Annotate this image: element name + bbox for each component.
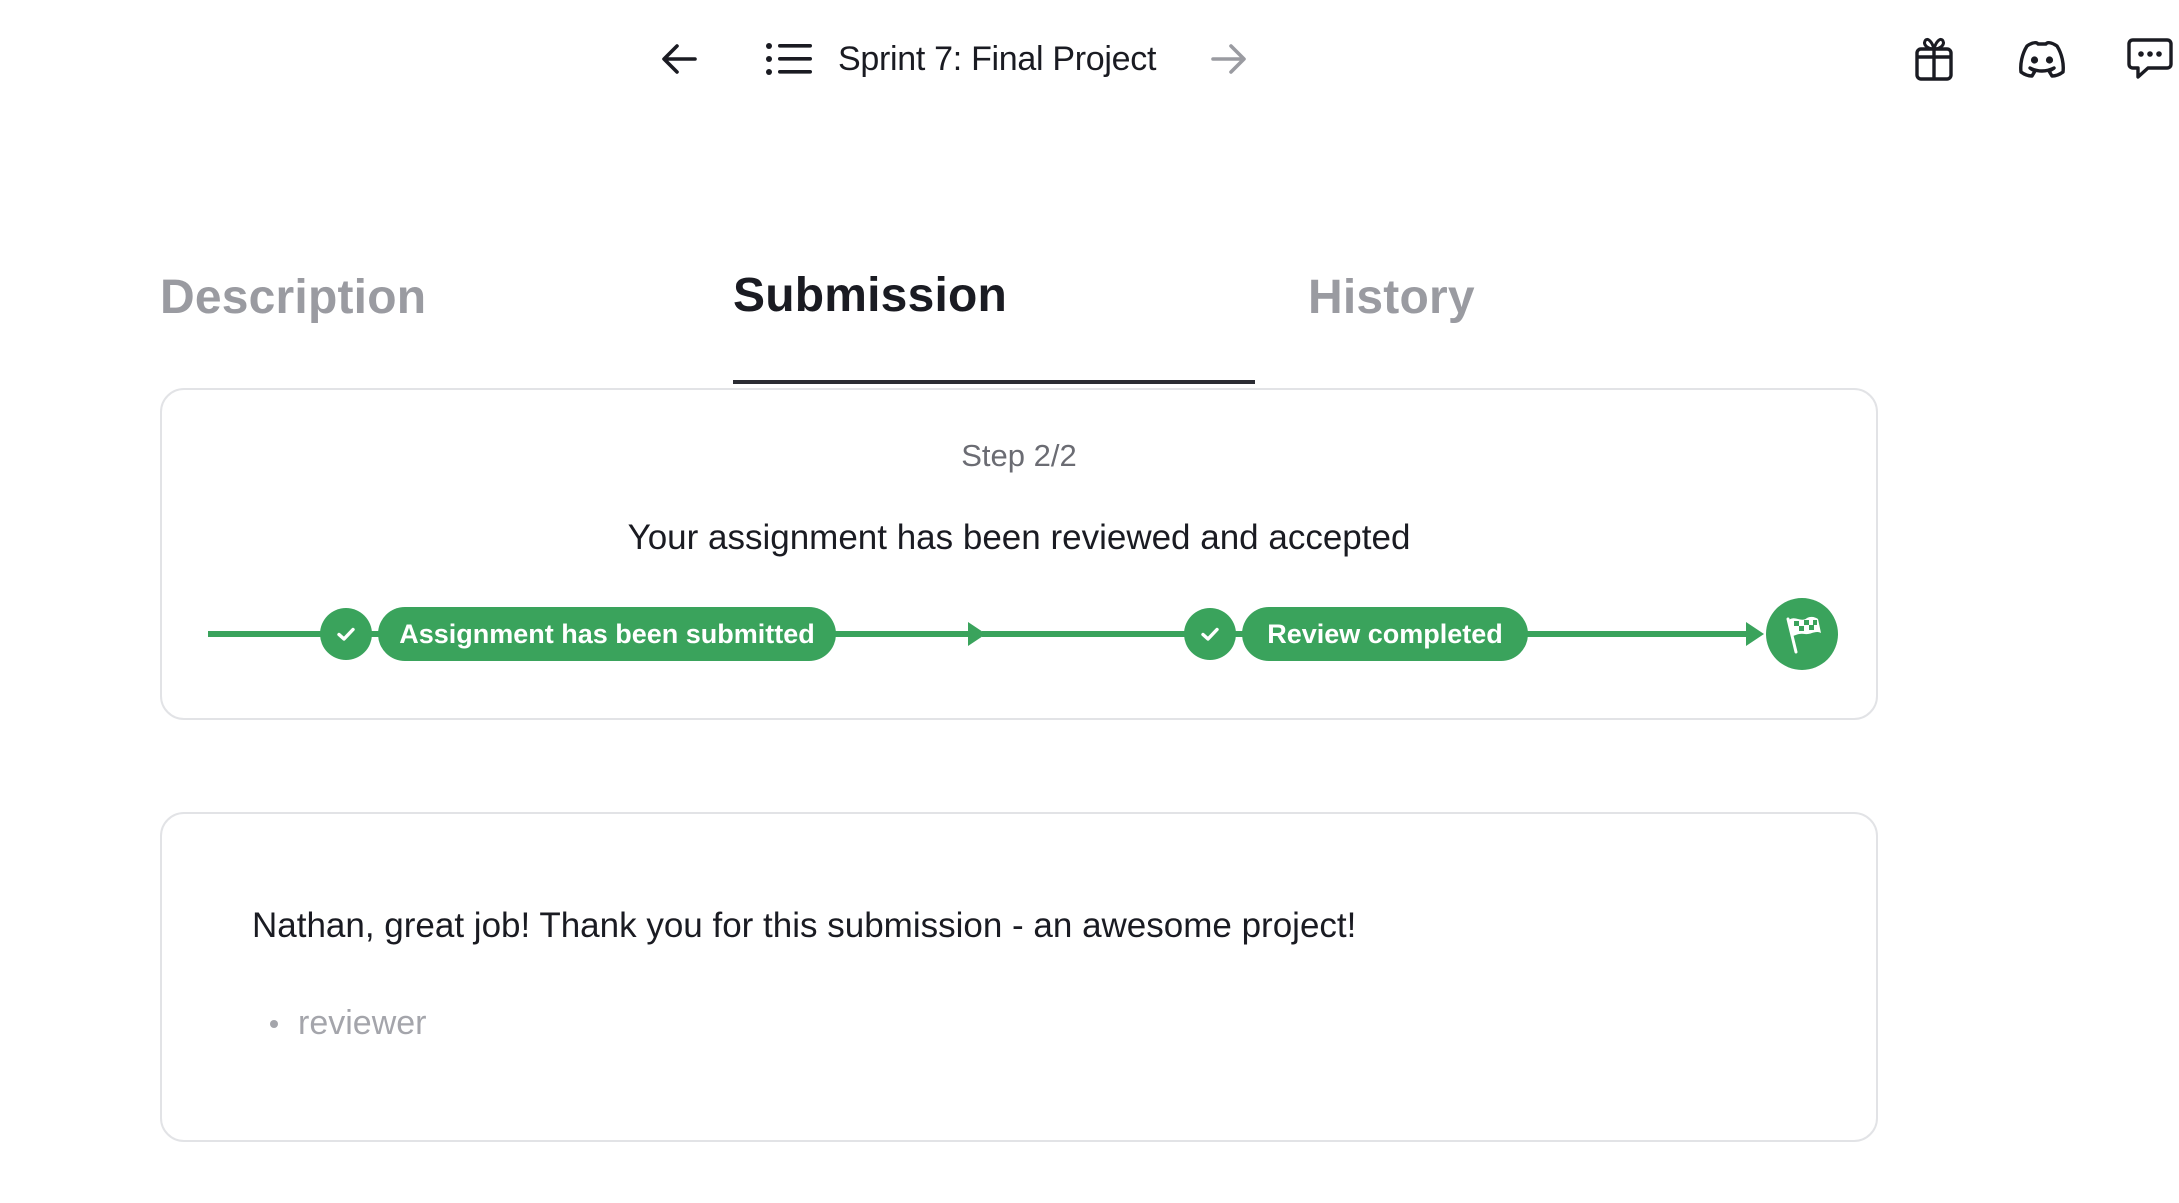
checkered-flag-icon (1786, 616, 1821, 654)
tab-history[interactable]: History (1308, 270, 1475, 325)
tab-description[interactable]: Description (160, 270, 426, 325)
sprint-menu-button[interactable]: Sprint 7: Final Project (766, 39, 1156, 79)
discord-icon (2019, 41, 2065, 78)
gift-icon (1915, 37, 1953, 81)
step-check-icon (1184, 608, 1236, 660)
arrow-right-icon (1211, 44, 1246, 74)
bullet-icon (270, 1019, 278, 1028)
review-comment: Nathan, great job! Thank you for this su… (252, 906, 1357, 945)
status-message: Your assignment has been reviewed and ac… (627, 518, 1411, 557)
arrow-left-icon (662, 44, 697, 74)
top-navigation: Sprint 7: Final Project (650, 30, 1258, 88)
step-counter: Step 2/2 (961, 438, 1077, 473)
progress-track: Assignment has been submitted Review com… (208, 598, 1838, 670)
progress-line (908, 631, 974, 637)
chat-button[interactable] (2121, 30, 2179, 88)
discord-button[interactable] (2013, 30, 2071, 88)
review-author-role: reviewer (298, 1004, 427, 1042)
top-right-actions (1855, 30, 2179, 88)
review-author: reviewer (270, 1004, 426, 1043)
step-review-badge: Review completed (1242, 607, 1528, 661)
step-check-icon (320, 608, 372, 660)
list-icon (766, 39, 816, 79)
review-comment-card: Nathan, great job! Thank you for this su… (160, 812, 1878, 1142)
finish-marker (1766, 598, 1838, 670)
back-button[interactable] (650, 30, 708, 88)
sprint-title: Sprint 7: Final Project (838, 39, 1157, 78)
tab-bar: Description Submission History (160, 250, 1880, 388)
tab-submission[interactable]: Submission (733, 268, 1007, 323)
forward-button[interactable] (1200, 30, 1258, 88)
step-submitted-badge: Assignment has been submitted (378, 607, 836, 661)
submission-status-card: Step 2/2 Your assignment has been review… (160, 388, 1878, 720)
active-tab-indicator (733, 380, 1255, 384)
gift-button[interactable] (1905, 30, 1963, 88)
page: Sprint 7: Final Project Description Subm… (0, 0, 2179, 1203)
chat-icon (2127, 38, 2173, 79)
progress-arrow-icon (1746, 622, 1764, 646)
